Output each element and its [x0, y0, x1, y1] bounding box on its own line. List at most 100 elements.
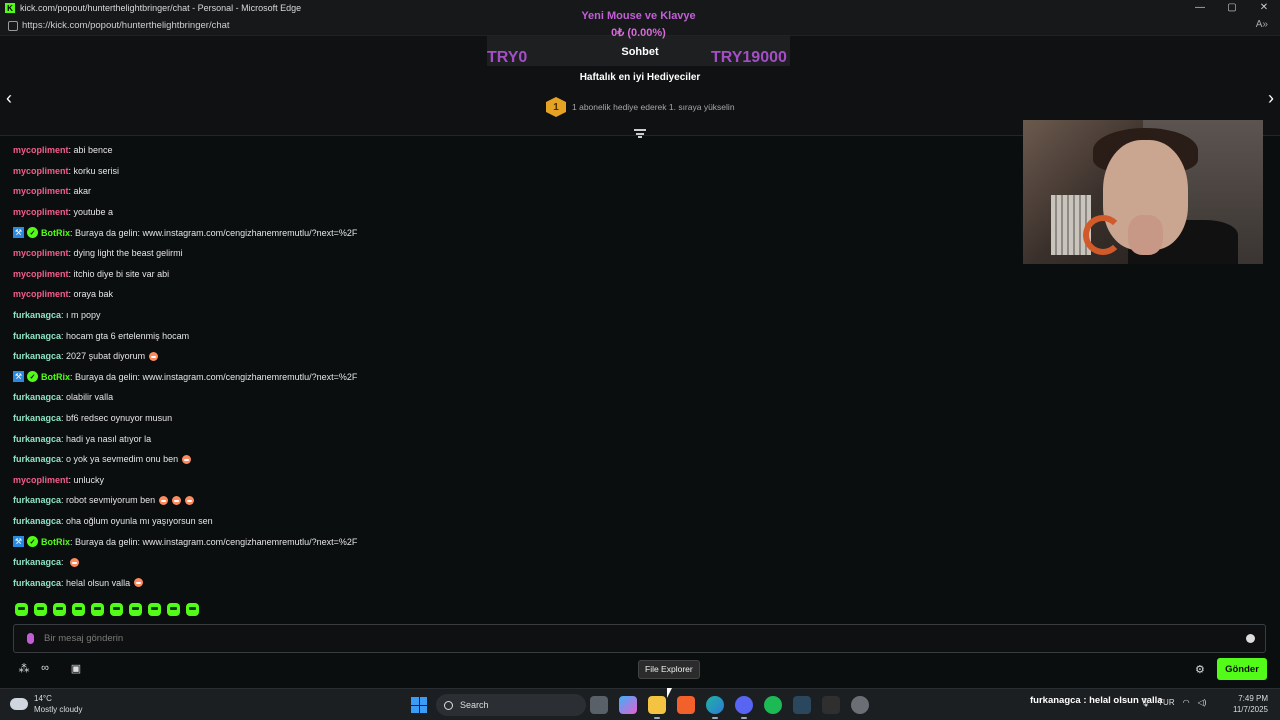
windows-start-icon[interactable] [411, 697, 427, 713]
clock[interactable]: 7:49 PM 11/7/2025 [1222, 693, 1268, 715]
chat-text: abi bence [73, 145, 113, 156]
store-icon[interactable]: ▣ [70, 662, 82, 675]
chat-text: itchio diye bi site var abi [73, 268, 170, 279]
chat-username[interactable]: BotRix [41, 537, 70, 547]
spotify-icon[interactable] [764, 696, 782, 714]
chat-message: furkanagca: 2027 şubat diyorum [13, 346, 1013, 367]
emote-icon[interactable] [34, 603, 47, 616]
epic-games-icon[interactable] [822, 696, 840, 714]
chat-text: hocam gta 6 ertelenmiş hocam [66, 330, 190, 341]
chat-username[interactable]: furkanagca [13, 454, 61, 464]
chat-message: furkanagca: oha oğlum oyunla mı yaşıyors… [13, 511, 1013, 532]
chat-message: furkanagca: hocam gta 6 ertelenmiş hocam [13, 325, 1013, 346]
emote-icon[interactable] [110, 603, 123, 616]
chevron-left-icon[interactable]: ‹ [6, 88, 12, 109]
gear-icon[interactable]: ⚙ [1195, 663, 1205, 676]
taskbar: 14°C Mostly cloudy Search furkanagca : h… [0, 688, 1280, 720]
chat-username[interactable]: furkanagca [13, 516, 61, 526]
emote-icon [134, 578, 144, 588]
chat-username[interactable]: mycopliment [13, 475, 69, 485]
message-input[interactable] [44, 633, 1246, 644]
points-icon[interactable]: ⁂ [18, 662, 30, 675]
chat-username[interactable]: BotRix [41, 228, 70, 238]
chat-message: furkanagca: ı m popy [13, 305, 1013, 326]
chat-text: dying light the beast gelirmi [73, 248, 183, 259]
chat-message: mycopliment: akar [13, 181, 1013, 202]
emote-icon[interactable] [129, 603, 142, 616]
restore-icon[interactable]: ▢ [1216, 0, 1248, 16]
chat-username[interactable]: mycopliment [13, 145, 69, 155]
chat-username[interactable]: furkanagca [13, 557, 61, 567]
chat-username[interactable]: furkanagca [13, 310, 61, 320]
microphone-tray-icon[interactable]: 🎙 [1140, 698, 1150, 707]
minimize-icon[interactable]: — [1184, 0, 1216, 16]
emote-icon [149, 351, 159, 361]
read-aloud-icon[interactable]: A» [1256, 19, 1268, 30]
emote-icon [185, 495, 195, 505]
emote-icon[interactable] [167, 603, 180, 616]
chat-message: mycopliment: dying light the beast gelir… [13, 243, 1013, 264]
goal-amount: 0₺ (0.00%) [611, 27, 666, 39]
chat-text: oha oğlum oyunla mı yaşıyorsun sen [66, 515, 213, 526]
chat-username[interactable]: furkanagca [13, 413, 61, 423]
url-text[interactable]: https://kick.com/popout/hunterthelightbr… [22, 20, 230, 31]
gift-prompt-row: 1 1 abonelik hediye ederek 1. sıraya yük… [546, 97, 735, 117]
chat-username[interactable]: furkanagca [13, 495, 61, 505]
task-view-icon[interactable] [590, 696, 608, 714]
cloud-icon [10, 693, 28, 710]
chat-message: mycopliment: unlucky [13, 470, 1013, 491]
edge-icon[interactable] [706, 696, 724, 719]
quick-emote-bar [15, 603, 199, 616]
language-indicator[interactable]: TUR [1158, 698, 1174, 707]
steam-icon[interactable] [793, 696, 811, 714]
chat-username[interactable]: furkanagca [13, 434, 61, 444]
emote-icon[interactable] [186, 603, 199, 616]
chat-username[interactable]: mycopliment [13, 166, 69, 176]
stream-video[interactable] [1023, 120, 1263, 264]
emote-icon[interactable] [148, 603, 161, 616]
copilot-icon[interactable] [619, 696, 637, 714]
emote-icon[interactable] [72, 603, 85, 616]
settings-app-icon[interactable] [851, 696, 869, 714]
chat-text: unlucky [73, 474, 105, 485]
goal-min: TRY0 [487, 49, 528, 66]
chat-username[interactable]: mycopliment [13, 186, 69, 196]
chat-username[interactable]: furkanagca [13, 351, 61, 361]
chat-message: furkanagca: helal olsun valla [13, 572, 1013, 593]
volume-icon[interactable]: ◁) [1198, 698, 1207, 707]
emote-icon [172, 495, 182, 505]
moderator-badge-icon: ⚒ [13, 536, 24, 548]
chat-username[interactable]: furkanagca [13, 578, 61, 588]
wifi-icon[interactable]: ◠ [1183, 698, 1190, 707]
emote-icon[interactable] [91, 603, 104, 616]
emote-icon[interactable] [53, 603, 66, 616]
chat-text: olabilir valla [66, 392, 114, 403]
discord-icon[interactable] [735, 696, 753, 719]
weekly-gifters-title: Haftalık en iyi Hediyeciler [579, 72, 701, 83]
chat-text: hadi ya nasıl atıyor la [66, 433, 152, 444]
brave-icon[interactable] [677, 696, 695, 714]
emoji-picker-icon[interactable] [1246, 634, 1255, 643]
chevron-right-icon[interactable]: › [1268, 88, 1274, 109]
lock-icon [8, 20, 18, 31]
chat-username[interactable]: furkanagca [13, 331, 61, 341]
chat-username[interactable]: mycopliment [13, 289, 69, 299]
chat-username[interactable]: mycopliment [13, 207, 69, 217]
chat-username[interactable]: BotRix [41, 372, 70, 382]
emote-icon[interactable] [15, 603, 28, 616]
file-explorer-icon[interactable] [648, 696, 666, 719]
chat-message: ⚒ ✓ BotRix: Buraya da gelin: www.instagram… [13, 222, 1013, 243]
taskbar-search[interactable]: Search [436, 694, 586, 716]
send-button[interactable]: Gönder [1217, 658, 1267, 680]
infinity-icon[interactable]: ∞ [39, 662, 51, 674]
chat-username[interactable]: mycopliment [13, 269, 69, 279]
chat-username[interactable]: mycopliment [13, 248, 69, 258]
collapse-header-icon[interactable] [634, 129, 646, 138]
weather-widget[interactable]: 14°C Mostly cloudy [10, 693, 82, 715]
chat-text: Buraya da gelin: www.instagram.com/cengi… [75, 227, 358, 238]
chat-username[interactable]: furkanagca [13, 392, 61, 402]
close-icon[interactable]: ✕ [1248, 0, 1280, 16]
microphone-icon[interactable] [27, 633, 34, 644]
rank-badge-icon: 1 [546, 97, 566, 117]
verified-badge-icon: ✓ [27, 371, 38, 383]
